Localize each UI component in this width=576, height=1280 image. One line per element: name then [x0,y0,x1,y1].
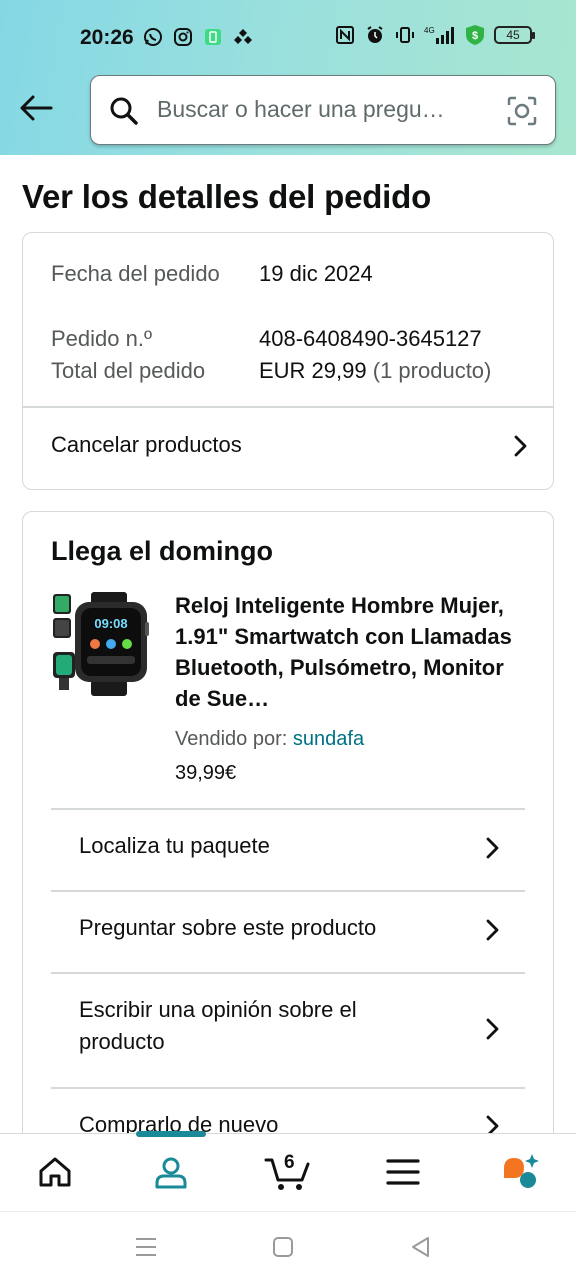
notification-icons [142,26,254,48]
search-icon [109,96,139,126]
system-status-icons: 4G $ 45 [334,24,535,46]
order-date-value: 19 dic 2024 [259,261,373,286]
security-shield-icon: $ [464,24,486,46]
back-button[interactable] [16,88,56,128]
account-icon[interactable] [151,1152,191,1192]
shipment-card: Llega el domingo 09:08 Reloj Inteligente… [22,511,554,1161]
alarm-icon [364,24,386,46]
sold-by: Vendido por: sundafa [175,728,364,751]
system-navigation-bar [0,1211,576,1280]
status-time: 20:26 [80,26,134,49]
product-image[interactable]: 09:08 [51,592,153,696]
track-package-row[interactable]: Localiza tu paquete [51,810,525,890]
back-system-icon[interactable] [408,1234,434,1260]
write-review-label: Escribir una opinión sobre el producto [79,997,357,1054]
search-input[interactable]: Buscar o hacer una pregu… [157,96,487,123]
diamond-app-icon [232,26,254,48]
order-date-label: Fecha del pedido [51,261,220,286]
order-total-label: Total del pedido [51,358,206,383]
arrival-heading: Llega el domingo [51,536,274,566]
menu-icon[interactable] [383,1152,423,1192]
whatsapp-icon [142,26,164,48]
signal-icon: 4G [424,24,456,46]
active-tab-indicator [136,1131,206,1137]
recents-icon[interactable] [133,1234,159,1260]
order-number-value: 408-6408490-3645127 [259,326,482,351]
write-review-row[interactable]: Escribir una opinión sobre el producto [51,974,525,1086]
order-total-value: EUR 29,99 (1 producto) [259,354,491,387]
ask-product-label: Preguntar sobre este producto [79,915,377,940]
order-total-count: (1 producto) [372,358,492,383]
page-title: Ver los detalles del pedido [22,178,432,215]
product-price: 39,99€ [175,762,237,784]
home-system-icon[interactable] [270,1234,296,1260]
arrow-left-icon [20,95,53,121]
cancel-products-row[interactable]: Cancelar productos [23,408,553,488]
nfc-icon [334,24,356,46]
status-bar: 20:26 4G $ 45 [0,0,576,76]
svg-text:$: $ [472,30,478,42]
cart-count-badge: 6 [284,1152,295,1173]
search-bar[interactable]: Buscar o hacer una pregu… [90,75,556,145]
product-title[interactable]: Reloj Inteligente Hombre Mujer, 1.91" Sm… [175,590,525,714]
vibrate-icon [394,24,416,46]
app-notification-icon [202,26,224,48]
seller-link[interactable]: sundafa [293,728,364,750]
instagram-icon [172,26,194,48]
svg-text:4G: 4G [424,26,435,35]
home-icon[interactable] [35,1152,75,1192]
chevron-right-icon [481,919,503,941]
app-header: 20:26 4G $ 45 Buscar o hacer una pregu… [0,0,576,155]
ask-product-row[interactable]: Preguntar sobre este producto [51,892,525,972]
chevron-right-icon [481,1018,503,1040]
watch-screen-time: 09:08 [94,616,127,631]
order-number-label: Pedido n.º [51,326,152,351]
rufus-assistant-icon[interactable] [500,1152,540,1192]
chevron-right-icon [509,435,531,457]
order-summary-card: Fecha del pedido 19 dic 2024 Pedido n.º … [22,232,554,490]
cancel-products-label: Cancelar productos [51,432,242,457]
chevron-right-icon [481,837,503,859]
battery-indicator: 45 [494,26,535,44]
track-package-label: Localiza tu paquete [79,833,270,858]
camera-search-icon[interactable] [507,96,537,126]
order-total-amount: EUR 29,99 [259,358,367,383]
sold-by-label: Vendido por: [175,728,288,750]
